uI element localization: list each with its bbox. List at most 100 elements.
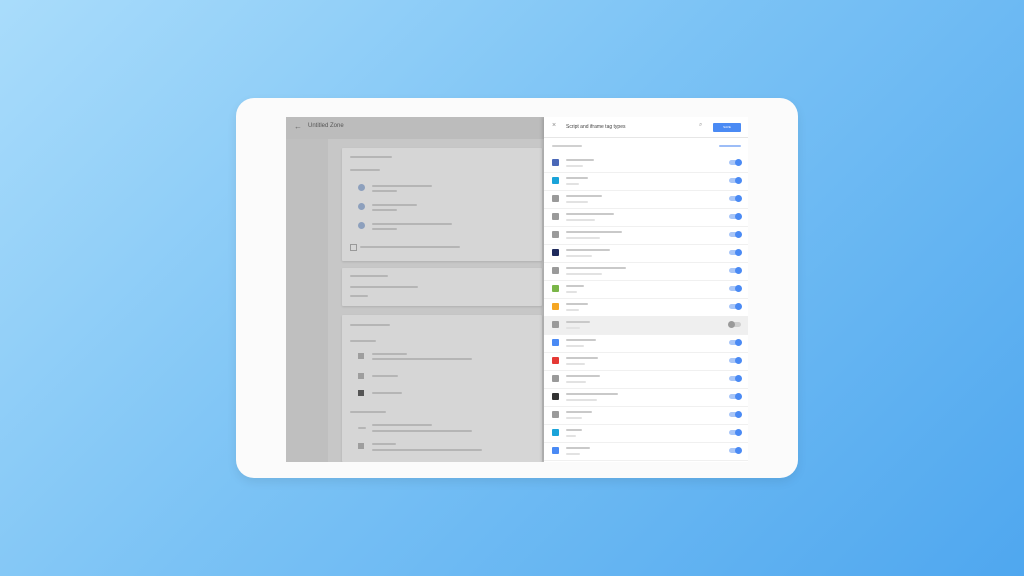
toggle-knob: [735, 339, 742, 346]
tag-type-name: [566, 447, 590, 449]
tag-type-icon: [552, 231, 559, 238]
checkbox[interactable]: [350, 244, 357, 251]
tag-type-row[interactable]: [544, 442, 748, 461]
back-arrow-icon[interactable]: ←: [294, 122, 302, 131]
select-all-link[interactable]: [719, 145, 741, 147]
tag-type-name: [566, 213, 614, 215]
zone-editor-panel: ← Untitled Zone: [286, 117, 544, 462]
tag-type-description: [566, 201, 588, 203]
side-rail: [286, 139, 328, 462]
tag-type-icon: [552, 249, 559, 256]
tag-type-name: [566, 321, 590, 323]
toggle-knob: [728, 321, 735, 328]
tag-type-toggle[interactable]: [729, 339, 742, 346]
tag-type-icon: [552, 375, 559, 382]
tag-type-name: [566, 231, 622, 233]
tag-type-icon: [552, 411, 559, 418]
tag-type-toggle[interactable]: [729, 195, 742, 202]
tag-type-icon: [552, 447, 559, 454]
tag-type-row[interactable]: [544, 226, 748, 245]
tag-type-description: [566, 417, 582, 419]
tag-type-toggle[interactable]: [729, 375, 742, 382]
tablet-screen: ← Untitled Zone × Script and iframe tag …: [286, 117, 748, 462]
search-icon[interactable]: ⌕: [699, 122, 702, 129]
zone-header: ← Untitled Zone: [286, 117, 544, 139]
panel-subheading: [552, 145, 582, 147]
tag-type-name: [566, 177, 588, 179]
zone-title: Untitled Zone: [308, 123, 344, 129]
tag-type-name: [566, 159, 594, 161]
tag-type-name: [566, 375, 600, 377]
toggle-knob: [735, 447, 742, 454]
tag-type-name: [566, 285, 584, 287]
tag-type-row[interactable]: [544, 208, 748, 227]
tag-type-toggle[interactable]: [728, 321, 741, 328]
tag-type-toggle[interactable]: [729, 303, 742, 310]
tag-type-toggle[interactable]: [729, 213, 742, 220]
toggle-knob: [735, 285, 742, 292]
tag-type-toggle[interactable]: [729, 231, 742, 238]
tag-type-toggle[interactable]: [729, 429, 742, 436]
close-icon[interactable]: ×: [552, 122, 556, 129]
save-button[interactable]: SAVE: [713, 123, 741, 132]
tag-type-toggle[interactable]: [729, 285, 742, 292]
tag-type-row[interactable]: [544, 388, 748, 407]
tag-type-row[interactable]: [544, 244, 748, 263]
zone-configuration-card: [342, 148, 542, 261]
tag-type-row[interactable]: [544, 172, 748, 191]
tag-permissions-card: [342, 315, 542, 462]
tag-type-description: [566, 273, 602, 275]
tag-type-toggle[interactable]: [729, 357, 742, 364]
variable-icon: [358, 390, 364, 396]
tag-type-description: [566, 219, 595, 221]
tag-type-name: [566, 411, 592, 413]
toggle-knob: [735, 393, 742, 400]
image-icon: [358, 443, 364, 449]
tag-type-row[interactable]: [544, 190, 748, 209]
tag-type-description: [566, 237, 600, 239]
tag-type-row[interactable]: [544, 352, 748, 371]
tag-type-description: [566, 345, 584, 347]
tag-type-row[interactable]: [544, 316, 748, 335]
google-icon: [358, 353, 364, 359]
tag-type-icon: [552, 303, 559, 310]
tag-type-description: [566, 435, 576, 437]
tag-type-row[interactable]: [544, 370, 748, 389]
tag-type-row[interactable]: [544, 280, 748, 299]
tag-type-name: [566, 303, 588, 305]
tag-type-row[interactable]: [544, 406, 748, 425]
zone-domain-card: [342, 268, 542, 306]
tag-type-row[interactable]: [544, 424, 748, 443]
tag-type-description: [566, 309, 579, 311]
tag-type-name: [566, 195, 602, 197]
tag-type-toggle[interactable]: [729, 159, 742, 166]
tag-type-description: [566, 363, 585, 365]
trigger-icon: [358, 373, 364, 379]
tag-type-icon: [552, 159, 559, 166]
tag-type-icon: [552, 285, 559, 292]
tag-type-name: [566, 339, 596, 341]
tag-type-row[interactable]: [544, 298, 748, 317]
tag-type-description: [566, 183, 579, 185]
tag-type-toggle[interactable]: [729, 249, 742, 256]
tag-type-toggle[interactable]: [729, 177, 742, 184]
toggle-knob: [735, 411, 742, 418]
tag-type-row[interactable]: [544, 154, 748, 173]
toggle-knob: [735, 231, 742, 238]
toggle-knob: [735, 159, 742, 166]
tag-type-icon: [552, 213, 559, 220]
custom-html-icon: [552, 321, 559, 328]
tag-type-toggle[interactable]: [729, 267, 742, 274]
tag-type-row[interactable]: [544, 262, 748, 281]
toggle-knob: [735, 249, 742, 256]
tag-type-toggle[interactable]: [729, 393, 742, 400]
tag-type-toggle[interactable]: [729, 447, 742, 454]
tag-type-toggle[interactable]: [729, 411, 742, 418]
tag-type-name: [566, 357, 598, 359]
tag-type-icon: [552, 195, 559, 202]
toggle-knob: [735, 267, 742, 274]
tag-types-panel: × Script and iframe tag types ⌕ SAVE: [544, 117, 748, 462]
tag-type-row[interactable]: [544, 334, 748, 353]
tag-type-icon: [552, 339, 559, 346]
toggle-knob: [735, 303, 742, 310]
